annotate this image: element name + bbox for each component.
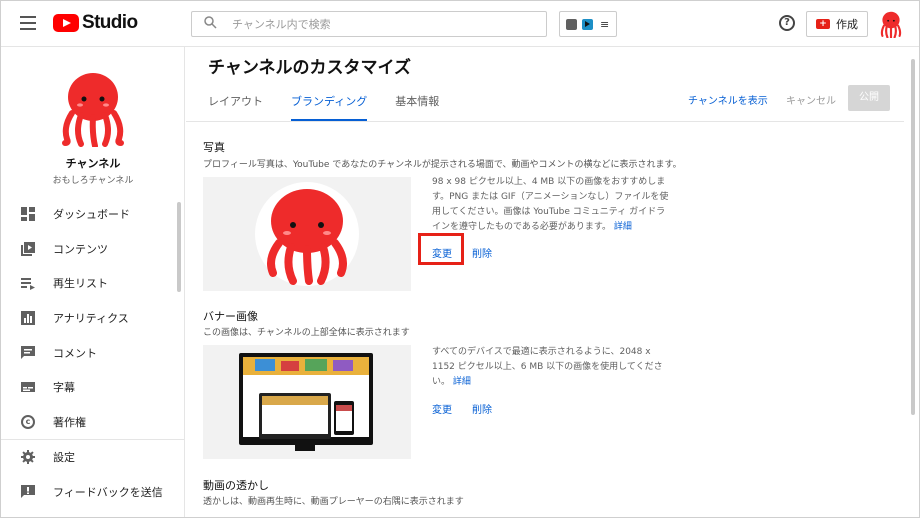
sidebar-item-content[interactable]: コンテンツ — [1, 232, 185, 267]
logo-text: Studio — [82, 12, 138, 33]
create-label: 作成 — [836, 18, 858, 31]
list-tool-icon[interactable]: ≡ — [599, 19, 610, 30]
analytics-icon — [21, 311, 35, 326]
profile-photo-preview — [203, 177, 411, 291]
sidebar-item-dashboard[interactable]: ダッシュボード — [1, 197, 185, 232]
tab-branding[interactable]: ブランディング — [291, 93, 368, 121]
page-title: チャンネルのカスタマイズ — [208, 58, 411, 78]
sidebar-item-label: 著作権 — [53, 415, 86, 429]
main-scrollbar[interactable] — [911, 59, 915, 415]
help-icon[interactable]: ? — [779, 15, 795, 31]
photo-change-button[interactable]: 変更 — [432, 245, 452, 260]
sidebar-item-comments[interactable]: コメント — [1, 335, 185, 370]
photo-learn-more-link[interactable]: 詳細 — [614, 222, 632, 232]
menu-icon[interactable] — [20, 16, 36, 30]
chart-tool-icon[interactable] — [565, 18, 577, 30]
sidebar-scrollbar[interactable] — [177, 202, 181, 292]
profile-photo-image — [255, 182, 359, 286]
search-icon — [204, 15, 228, 33]
dashboard-icon — [21, 207, 35, 222]
tab-basic-info[interactable]: 基本情報 — [395, 93, 439, 121]
channel-subtitle: おもしろチャンネル — [52, 176, 134, 186]
content-icon — [21, 241, 35, 256]
banner-preview — [203, 345, 411, 459]
sidebar-nav: ダッシュボード コンテンツ 再生リスト アナリティクス コメント 字幕 c 著作… — [1, 197, 185, 509]
search-box[interactable] — [191, 11, 547, 37]
search-input[interactable] — [232, 17, 532, 31]
subtitles-icon — [21, 380, 35, 394]
photo-info: 98 x 98 ピクセル以上、4 MB 以下の画像をおすすめします。PNG また… — [432, 175, 670, 235]
tab-bar: レイアウト ブランディング 基本情報 — [208, 93, 467, 121]
banner-info: すべてのデバイスで最適に表示されるように、2048 x 1152 ピクセル以上、… — [432, 345, 670, 390]
sidebar-item-label: 字幕 — [53, 381, 75, 395]
watermark-section-desc: 透かしは、動画再生時に、動画プレーヤーの右隅に表示されます — [203, 497, 464, 507]
banner-learn-more-link[interactable]: 詳細 — [453, 377, 471, 387]
watermark-section-title: 動画の透かし — [203, 479, 269, 492]
create-button[interactable]: + 作成 — [806, 11, 868, 37]
feedback-icon — [21, 485, 35, 499]
sidebar-item-analytics[interactable]: アナリティクス — [1, 301, 185, 336]
top-bar: Studio ≡ ? + 作成 — [1, 1, 919, 47]
tab-layout[interactable]: レイアウト — [208, 93, 263, 121]
sidebar-item-label: 設定 — [53, 451, 75, 465]
gear-icon — [21, 450, 35, 465]
sidebar-item-subtitles[interactable]: 字幕 — [1, 370, 185, 405]
sidebar-item-label: フィードバックを送信 — [53, 486, 163, 500]
sidebar-item-feedback[interactable]: フィードバックを送信 — [1, 475, 185, 510]
sidebar-item-playlists[interactable]: 再生リスト — [1, 266, 185, 301]
banner-section-title: バナー画像 — [203, 310, 258, 323]
photo-section-title: 写真 — [203, 141, 225, 154]
banner-devices-image — [239, 353, 373, 451]
main-content: チャンネルのカスタマイズ レイアウト ブランディング 基本情報 チャンネルを表示… — [186, 47, 919, 517]
sidebar-item-label: ダッシュボード — [53, 208, 130, 222]
photo-delete-button[interactable]: 削除 — [472, 245, 492, 260]
photo-section-desc: プロフィール写真は、YouTube であなたのチャンネルが提示される場面で、動画… — [203, 160, 682, 170]
sidebar-item-label: コンテンツ — [53, 242, 108, 256]
account-avatar[interactable] — [878, 10, 904, 39]
cancel-button[interactable]: キャンセル — [786, 92, 836, 107]
photo-info-text: 98 x 98 ピクセル以上、4 MB 以下の画像をおすすめします。PNG また… — [432, 177, 669, 232]
sidebar-item-label: コメント — [53, 346, 97, 360]
sidebar-item-settings[interactable]: 設定 — [1, 440, 185, 475]
youtube-icon — [53, 14, 79, 32]
banner-section-desc: この画像は、チャンネルの上部全体に表示されます — [203, 328, 410, 338]
sidebar-item-label: 再生リスト — [53, 277, 108, 291]
publish-button[interactable]: 公開 — [848, 85, 890, 111]
video-camera-icon: + — [816, 19, 830, 29]
studio-window: Studio ≡ ? + 作成 — [0, 0, 920, 518]
banner-delete-button[interactable]: 削除 — [472, 401, 492, 416]
sidebar: チャンネル おもしろチャンネル ダッシュボード コンテンツ 再生リスト アナリテ… — [1, 47, 185, 517]
copyright-icon: c — [21, 414, 35, 429]
playlist-icon — [21, 276, 35, 291]
tab-divider — [186, 121, 904, 122]
comment-icon — [21, 345, 35, 360]
studio-logo[interactable]: Studio — [53, 12, 138, 34]
sidebar-item-label: アナリティクス — [53, 312, 129, 326]
play-tool-icon[interactable] — [582, 18, 594, 30]
channel-name: チャンネル — [65, 157, 121, 170]
channel-avatar[interactable] — [59, 69, 127, 149]
banner-change-button[interactable]: 変更 — [432, 401, 452, 416]
sidebar-item-copyright[interactable]: c 著作権 — [1, 405, 185, 440]
extension-tools: ≡ — [559, 11, 617, 37]
view-channel-link[interactable]: チャンネルを表示 — [688, 92, 768, 107]
